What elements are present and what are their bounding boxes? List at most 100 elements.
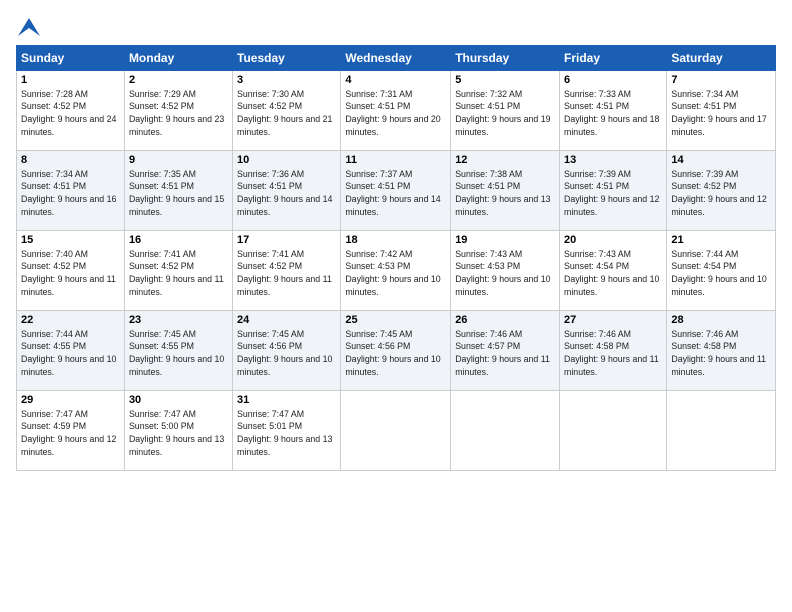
calendar-body: 1Sunrise: 7:28 AMSunset: 4:52 PMDaylight… [17, 70, 776, 470]
day-number: 12 [455, 154, 555, 166]
day-cell: 2 Sunrise: 7:29 AMSunset: 4:52 PMDaylight… [124, 70, 232, 150]
logo-bird-icon [18, 18, 40, 36]
day-info: Sunrise: 7:33 AMSunset: 4:51 PMDaylight:… [564, 88, 662, 139]
day-info: Sunrise: 7:32 AMSunset: 4:51 PMDaylight:… [455, 88, 555, 139]
day-info: Sunrise: 7:45 AMSunset: 4:56 PMDaylight:… [237, 328, 336, 379]
day-info: Sunrise: 7:43 AMSunset: 4:53 PMDaylight:… [455, 248, 555, 299]
calendar-container: SundayMondayTuesdayWednesdayThursdayFrid… [0, 0, 792, 612]
weekday-monday: Monday [124, 45, 232, 70]
day-info: Sunrise: 7:47 AMSunset: 4:59 PMDaylight:… [21, 408, 120, 459]
day-number: 7 [671, 74, 771, 86]
weekday-header-row: SundayMondayTuesdayWednesdayThursdayFrid… [17, 45, 776, 70]
day-number: 25 [345, 314, 446, 326]
day-cell: 27Sunrise: 7:46 AMSunset: 4:58 PMDayligh… [560, 310, 667, 390]
day-info: Sunrise: 7:38 AMSunset: 4:51 PMDaylight:… [455, 168, 555, 219]
day-cell: 11Sunrise: 7:37 AMSunset: 4:51 PMDayligh… [341, 150, 451, 230]
day-cell: 14Sunrise: 7:39 AMSunset: 4:52 PMDayligh… [667, 150, 776, 230]
day-cell: 9 Sunrise: 7:35 AMSunset: 4:51 PMDaylight… [124, 150, 232, 230]
calendar-table: SundayMondayTuesdayWednesdayThursdayFrid… [16, 45, 776, 471]
day-number: 23 [129, 314, 228, 326]
day-cell: 30Sunrise: 7:47 AMSunset: 5:00 PMDayligh… [124, 390, 232, 470]
week-row-1: 1Sunrise: 7:28 AMSunset: 4:52 PMDaylight… [17, 70, 776, 150]
day-cell [560, 390, 667, 470]
day-info: Sunrise: 7:28 AMSunset: 4:52 PMDaylight:… [21, 88, 120, 139]
day-info: Sunrise: 7:36 AMSunset: 4:51 PMDaylight:… [237, 168, 336, 219]
day-cell [667, 390, 776, 470]
day-number: 10 [237, 154, 336, 166]
day-number: 8 [21, 154, 120, 166]
day-cell: 26Sunrise: 7:46 AMSunset: 4:57 PMDayligh… [451, 310, 560, 390]
day-number: 28 [671, 314, 771, 326]
day-cell: 1Sunrise: 7:28 AMSunset: 4:52 PMDaylight… [17, 70, 125, 150]
day-info: Sunrise: 7:31 AMSunset: 4:51 PMDaylight:… [345, 88, 446, 139]
day-cell: 3 Sunrise: 7:30 AMSunset: 4:52 PMDaylight… [233, 70, 341, 150]
weekday-thursday: Thursday [451, 45, 560, 70]
day-number: 21 [671, 234, 771, 246]
day-cell: 23 Sunrise: 7:45 AMSunset: 4:55 PMDayligh… [124, 310, 232, 390]
day-cell [451, 390, 560, 470]
week-row-5: 29 Sunrise: 7:47 AMSunset: 4:59 PMDayligh… [17, 390, 776, 470]
day-info: Sunrise: 7:46 AMSunset: 4:58 PMDaylight:… [671, 328, 771, 379]
day-info: Sunrise: 7:44 AMSunset: 4:55 PMDaylight:… [21, 328, 120, 379]
day-cell: 29 Sunrise: 7:47 AMSunset: 4:59 PMDayligh… [17, 390, 125, 470]
day-info: Sunrise: 7:41 AMSunset: 4:52 PMDaylight:… [237, 248, 336, 299]
day-info: Sunrise: 7:42 AMSunset: 4:53 PMDaylight:… [345, 248, 446, 299]
day-cell: 16 Sunrise: 7:41 AMSunset: 4:52 PMDayligh… [124, 230, 232, 310]
day-cell: 18 Sunrise: 7:42 AMSunset: 4:53 PMDayligh… [341, 230, 451, 310]
day-info: Sunrise: 7:39 AMSunset: 4:52 PMDaylight:… [671, 168, 771, 219]
day-number: 15 [21, 234, 120, 246]
day-cell: 22 Sunrise: 7:44 AMSunset: 4:55 PMDayligh… [17, 310, 125, 390]
day-number: 22 [21, 314, 120, 326]
day-number: 24 [237, 314, 336, 326]
day-number: 6 [564, 74, 662, 86]
day-number: 2 [129, 74, 228, 86]
day-cell: 4 Sunrise: 7:31 AMSunset: 4:51 PMDaylight… [341, 70, 451, 150]
day-number: 4 [345, 74, 446, 86]
day-cell: 20 Sunrise: 7:43 AMSunset: 4:54 PMDayligh… [560, 230, 667, 310]
day-info: Sunrise: 7:35 AMSunset: 4:51 PMDaylight:… [129, 168, 228, 219]
day-number: 16 [129, 234, 228, 246]
day-cell: 24 Sunrise: 7:45 AMSunset: 4:56 PMDayligh… [233, 310, 341, 390]
day-cell: 12 Sunrise: 7:38 AMSunset: 4:51 PMDayligh… [451, 150, 560, 230]
week-row-4: 22 Sunrise: 7:44 AMSunset: 4:55 PMDayligh… [17, 310, 776, 390]
day-number: 3 [237, 74, 336, 86]
day-info: Sunrise: 7:34 AMSunset: 4:51 PMDaylight:… [671, 88, 771, 139]
day-info: Sunrise: 7:29 AMSunset: 4:52 PMDaylight:… [129, 88, 228, 139]
day-cell: 19Sunrise: 7:43 AMSunset: 4:53 PMDayligh… [451, 230, 560, 310]
logo [16, 16, 40, 37]
weekday-wednesday: Wednesday [341, 45, 451, 70]
weekday-tuesday: Tuesday [233, 45, 341, 70]
day-number: 29 [21, 394, 120, 406]
day-info: Sunrise: 7:34 AMSunset: 4:51 PMDaylight:… [21, 168, 120, 219]
day-info: Sunrise: 7:45 AMSunset: 4:55 PMDaylight:… [129, 328, 228, 379]
day-number: 18 [345, 234, 446, 246]
day-number: 13 [564, 154, 662, 166]
day-info: Sunrise: 7:47 AMSunset: 5:00 PMDaylight:… [129, 408, 228, 459]
day-cell: 15 Sunrise: 7:40 AMSunset: 4:52 PMDayligh… [17, 230, 125, 310]
day-cell: 5Sunrise: 7:32 AMSunset: 4:51 PMDaylight… [451, 70, 560, 150]
day-cell: 17Sunrise: 7:41 AMSunset: 4:52 PMDayligh… [233, 230, 341, 310]
day-cell [341, 390, 451, 470]
day-info: Sunrise: 7:46 AMSunset: 4:57 PMDaylight:… [455, 328, 555, 379]
week-row-2: 8 Sunrise: 7:34 AMSunset: 4:51 PMDaylight… [17, 150, 776, 230]
weekday-friday: Friday [560, 45, 667, 70]
logo-text [16, 16, 40, 37]
day-cell: 8 Sunrise: 7:34 AMSunset: 4:51 PMDaylight… [17, 150, 125, 230]
day-info: Sunrise: 7:30 AMSunset: 4:52 PMDaylight:… [237, 88, 336, 139]
day-number: 11 [345, 154, 446, 166]
header [16, 16, 776, 37]
day-number: 27 [564, 314, 662, 326]
day-info: Sunrise: 7:40 AMSunset: 4:52 PMDaylight:… [21, 248, 120, 299]
weekday-sunday: Sunday [17, 45, 125, 70]
weekday-saturday: Saturday [667, 45, 776, 70]
day-number: 9 [129, 154, 228, 166]
day-info: Sunrise: 7:41 AMSunset: 4:52 PMDaylight:… [129, 248, 228, 299]
day-info: Sunrise: 7:39 AMSunset: 4:51 PMDaylight:… [564, 168, 662, 219]
day-cell: 21Sunrise: 7:44 AMSunset: 4:54 PMDayligh… [667, 230, 776, 310]
day-cell: 25Sunrise: 7:45 AMSunset: 4:56 PMDayligh… [341, 310, 451, 390]
day-info: Sunrise: 7:43 AMSunset: 4:54 PMDaylight:… [564, 248, 662, 299]
day-cell: 13 Sunrise: 7:39 AMSunset: 4:51 PMDayligh… [560, 150, 667, 230]
day-cell: 28 Sunrise: 7:46 AMSunset: 4:58 PMDayligh… [667, 310, 776, 390]
day-number: 20 [564, 234, 662, 246]
week-row-3: 15 Sunrise: 7:40 AMSunset: 4:52 PMDayligh… [17, 230, 776, 310]
